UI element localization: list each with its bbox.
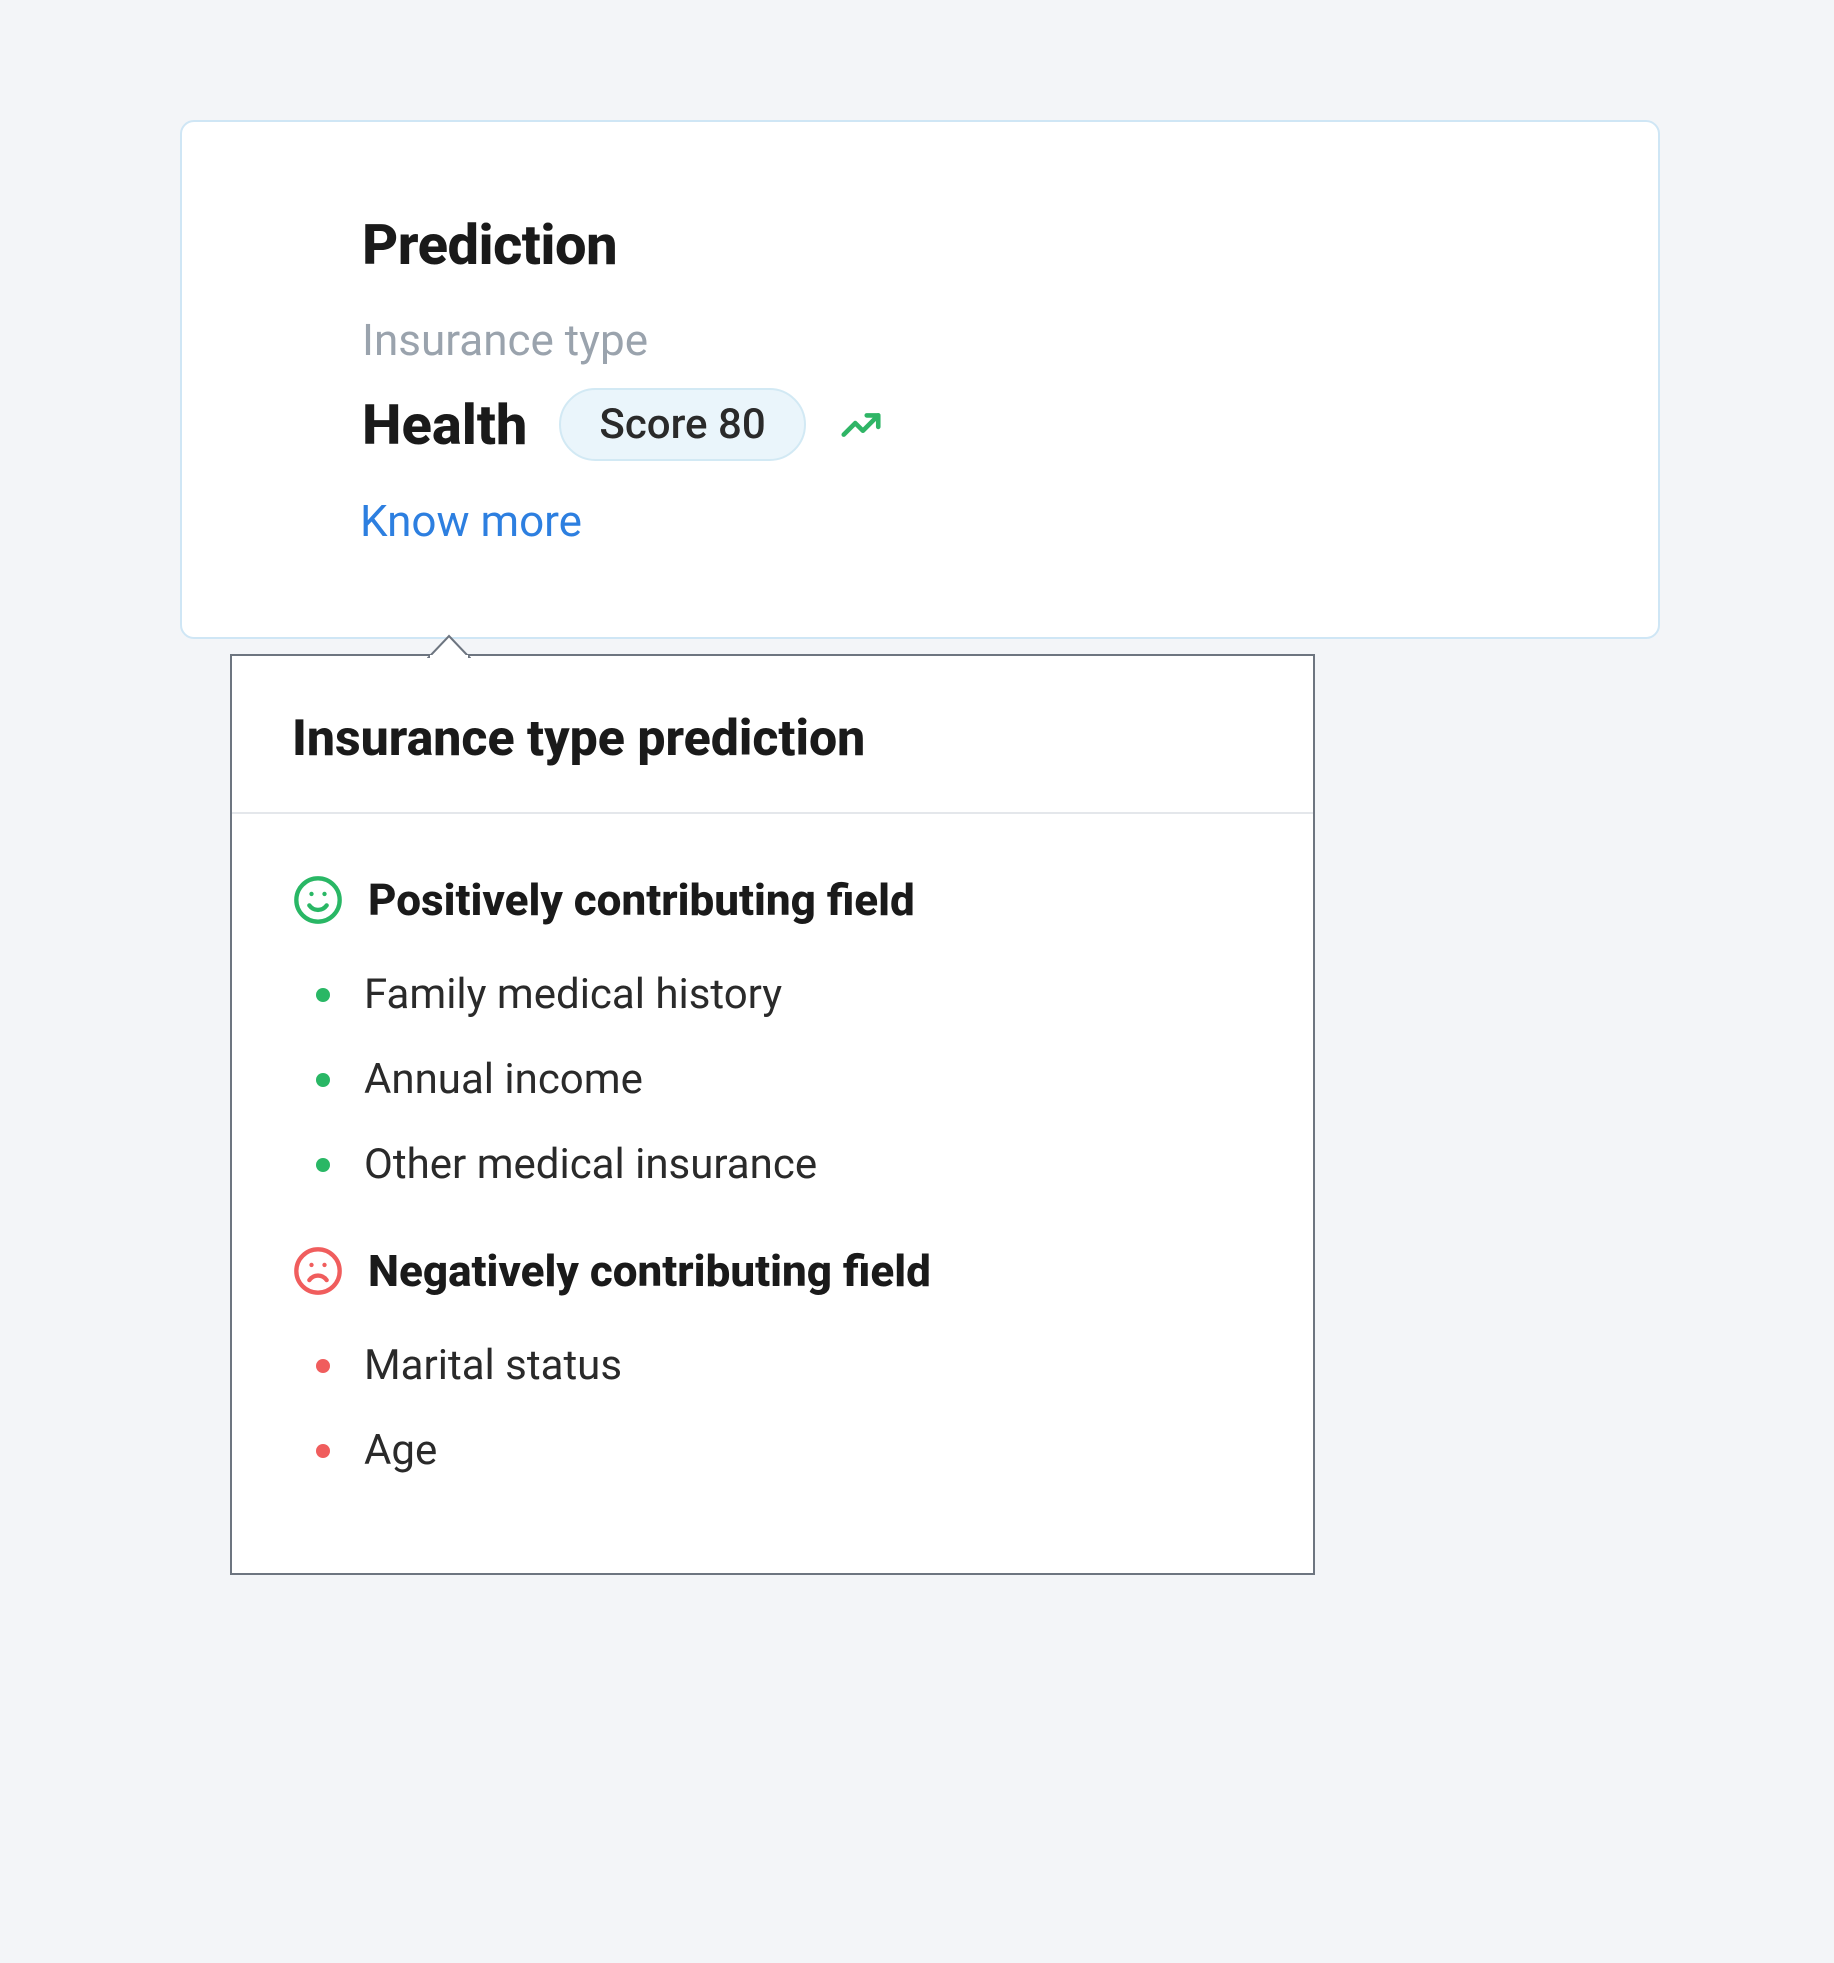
bullet-icon [316,1359,330,1373]
negative-factors-list: Marital status Age [292,1323,1253,1493]
positive-factors-list: Family medical history Annual income Oth… [292,952,1253,1207]
bullet-icon [316,1444,330,1458]
prediction-card: Prediction Insurance type Health Score 8… [180,120,1660,639]
factor-label: Age [364,1426,437,1475]
page-canvas: Prediction Insurance type Health Score 8… [0,0,1834,1963]
bullet-icon [316,1158,330,1172]
list-item: Marital status [298,1323,1253,1408]
smile-face-icon [292,874,344,926]
prediction-value: Health [362,392,527,458]
positive-section-header: Positively contributing field [292,874,1253,926]
negative-section: Negatively contributing field Marital st… [292,1245,1253,1493]
card-title: Prediction [362,212,1548,278]
popover-body: Positively contributing field Family med… [232,814,1313,1573]
prediction-popover: Insurance type prediction Positively con… [230,654,1315,1575]
bullet-icon [316,1073,330,1087]
factor-label: Family medical history [364,970,782,1019]
bullet-icon [316,988,330,1002]
positive-heading: Positively contributing field [368,874,915,926]
factor-label: Marital status [364,1341,622,1390]
list-item: Family medical history [298,952,1253,1037]
factor-label: Other medical insurance [364,1140,817,1189]
trend-up-icon [838,402,884,448]
popover-arrow-icon [427,634,471,658]
frown-face-icon [292,1245,344,1297]
negative-heading: Negatively contributing field [368,1245,931,1297]
factor-label: Annual income [364,1055,643,1104]
card-subtitle: Insurance type [362,314,1548,366]
prediction-value-row: Health Score 80 [362,388,1548,461]
positive-section: Positively contributing field Family med… [292,874,1253,1207]
know-more-link[interactable]: Know more [360,495,582,547]
negative-section-header: Negatively contributing field [292,1245,1253,1297]
score-badge: Score 80 [559,388,805,461]
popover-header: Insurance type prediction [232,656,1313,814]
list-item: Annual income [298,1037,1253,1122]
list-item: Age [298,1408,1253,1493]
list-item: Other medical insurance [298,1122,1253,1207]
popover-title: Insurance type prediction [292,710,1253,768]
